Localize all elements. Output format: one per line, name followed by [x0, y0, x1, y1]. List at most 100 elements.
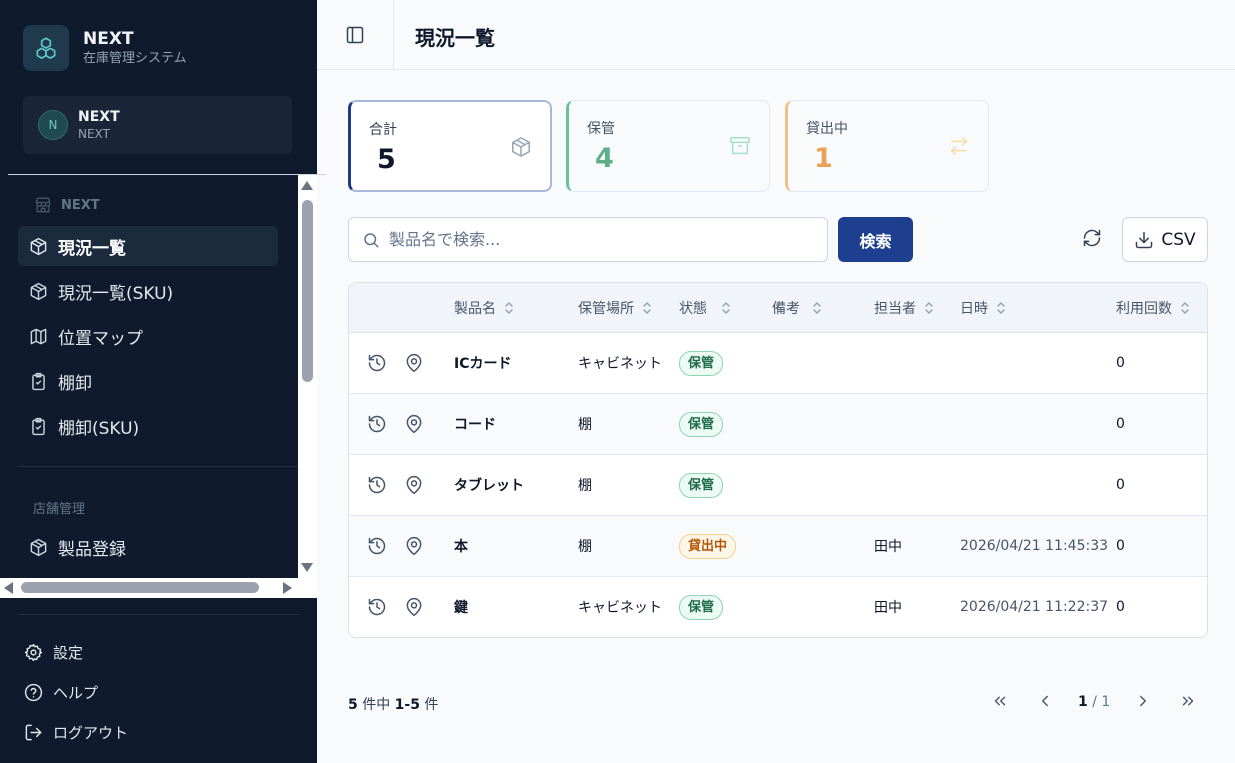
history-icon[interactable]: [367, 353, 387, 373]
help-link[interactable]: ヘルプ: [23, 682, 98, 703]
scroll-left-arrow-icon[interactable]: [4, 582, 13, 594]
csv-export-button[interactable]: CSV: [1122, 217, 1208, 262]
sidebar-toggle-icon[interactable]: [345, 25, 365, 45]
nav-section-label: NEXT: [61, 197, 100, 213]
sort-icon: [996, 301, 1006, 315]
scroll-up-arrow-icon[interactable]: [301, 181, 313, 190]
nav-scroll-area[interactable]: NEXT 現況一覧 現況一覧(SKU) 位置マップ 棚卸 棚卸(SKU) 店舗管…: [0, 175, 317, 598]
inventory-table: 製品名 保管場所 状態 備考 担当者 日時 利用回数 ICカード キャビネット …: [348, 282, 1208, 638]
location: 棚: [578, 539, 592, 555]
history-icon[interactable]: [367, 414, 387, 434]
history-icon[interactable]: [367, 475, 387, 495]
search-input[interactable]: [389, 218, 809, 261]
stat-value: 5: [377, 144, 396, 175]
scrollbar-thumb[interactable]: [21, 582, 259, 593]
brand[interactable]: NEXT 在庫管理システム: [23, 25, 187, 71]
clipboard-check-icon: [28, 371, 48, 391]
search-button[interactable]: 検索: [838, 217, 913, 262]
logout-link[interactable]: ログアウト: [23, 722, 128, 743]
column-header-location[interactable]: 保管場所: [578, 283, 652, 333]
status-cell: 保管: [679, 577, 724, 637]
stat-card-stored[interactable]: 保管 4: [566, 100, 770, 192]
total-count: 5: [348, 697, 358, 713]
table-row[interactable]: タブレット 棚 保管 0: [349, 455, 1207, 516]
package-icon: [28, 236, 48, 256]
person: 田中: [874, 600, 902, 616]
last-page-button[interactable]: [1175, 690, 1201, 716]
divider: [18, 614, 299, 615]
csv-label: CSV: [1161, 229, 1196, 250]
column-label: 担当者: [874, 301, 916, 317]
vertical-scrollbar[interactable]: [298, 175, 317, 578]
sort-icon: [642, 301, 652, 315]
map-pin-icon[interactable]: [404, 597, 424, 617]
logout-label: ログアウト: [53, 724, 129, 742]
table-row[interactable]: コード 棚 保管 0: [349, 394, 1207, 455]
logout-icon: [23, 723, 43, 743]
refresh-button[interactable]: [1074, 222, 1110, 258]
table-row[interactable]: 本 棚 貸出中 田中 2026/04/21 11:45:33 0: [349, 516, 1207, 577]
column-header-usage-count[interactable]: 利用回数: [1116, 283, 1190, 333]
search-field[interactable]: [348, 217, 828, 262]
map-pin-icon[interactable]: [404, 475, 424, 495]
product-name: タブレット: [454, 478, 524, 494]
stat-card-total[interactable]: 合計 5: [348, 100, 552, 192]
table-header: 製品名 保管場所 状態 備考 担当者 日時 利用回数: [349, 283, 1207, 333]
org-sub: NEXT: [78, 127, 110, 141]
chevron-right-icon: [1134, 692, 1152, 714]
sidebar-item-label: 現況一覧: [58, 238, 126, 259]
column-label: 利用回数: [1116, 301, 1172, 317]
cubes-logo-icon: [23, 25, 69, 71]
current-page: 1: [1078, 694, 1088, 710]
sidebar-item-location-map[interactable]: 位置マップ: [18, 316, 278, 356]
sidebar-item-status-list-sku[interactable]: 現況一覧(SKU): [18, 271, 278, 311]
history-icon[interactable]: [367, 536, 387, 556]
store-icon: [33, 195, 53, 215]
column-header-datetime[interactable]: 日時: [960, 283, 1006, 333]
location: 棚: [578, 478, 592, 494]
brand-subtitle: 在庫管理システム: [83, 51, 187, 66]
org-name: NEXT: [78, 109, 120, 125]
person: 田中: [874, 539, 902, 555]
map-pin-icon[interactable]: [404, 414, 424, 434]
sidebar-item-label: 製品登録: [58, 539, 126, 560]
column-header-status[interactable]: 状態: [679, 283, 731, 333]
next-page-button[interactable]: [1130, 690, 1156, 716]
table-row[interactable]: ICカード キャビネット 保管 0: [349, 333, 1207, 394]
sidebar-item-label: 棚卸(SKU): [58, 418, 140, 439]
sidebar-item-label: 棚卸: [58, 373, 92, 394]
sidebar-item-inventory-sku[interactable]: 棚卸(SKU): [18, 406, 278, 446]
result-count: 5 件中 1-5 件: [348, 694, 438, 714]
column-header-person[interactable]: 担当者: [874, 283, 934, 333]
package-icon: [510, 136, 532, 158]
prev-page-button[interactable]: [1032, 690, 1058, 716]
scroll-down-arrow-icon[interactable]: [301, 563, 313, 572]
map-pin-icon[interactable]: [404, 353, 424, 373]
settings-link[interactable]: 設定: [23, 642, 83, 663]
stat-card-lent[interactable]: 貸出中 1: [785, 100, 989, 192]
horizontal-scrollbar[interactable]: [0, 578, 317, 598]
map-pin-icon[interactable]: [404, 536, 424, 556]
sidebar-item-label: 位置マップ: [58, 328, 143, 349]
scroll-right-arrow-icon[interactable]: [283, 582, 292, 594]
column-header-product[interactable]: 製品名: [454, 283, 514, 333]
datetime: 2026/04/21 11:45:33: [960, 538, 1109, 554]
usage-count: 0: [1116, 477, 1125, 493]
history-icon[interactable]: [367, 597, 387, 617]
first-page-button[interactable]: [987, 690, 1013, 716]
status-badge: 貸出中: [679, 533, 737, 559]
count-suffix: 件中: [357, 697, 395, 713]
org-switcher[interactable]: N NEXT NEXT: [23, 96, 292, 154]
table-row[interactable]: 鍵 キャビネット 保管 田中 2026/04/21 11:22:37 0: [349, 577, 1207, 637]
sidebar-item-product-register[interactable]: 製品登録: [18, 527, 278, 567]
help-label: ヘルプ: [53, 684, 99, 702]
nav-section-header: NEXT: [33, 195, 100, 215]
swap-arrows-icon: [948, 135, 970, 157]
status-badge: 保管: [679, 594, 724, 620]
page-indicator: 1 / 1: [1078, 694, 1110, 710]
sidebar-item-inventory[interactable]: 棚卸: [18, 361, 278, 401]
scrollbar-thumb[interactable]: [302, 200, 313, 382]
package-icon: [28, 537, 48, 557]
sidebar-item-status-list[interactable]: 現況一覧: [18, 226, 278, 266]
column-header-note[interactable]: 備考: [772, 283, 822, 333]
